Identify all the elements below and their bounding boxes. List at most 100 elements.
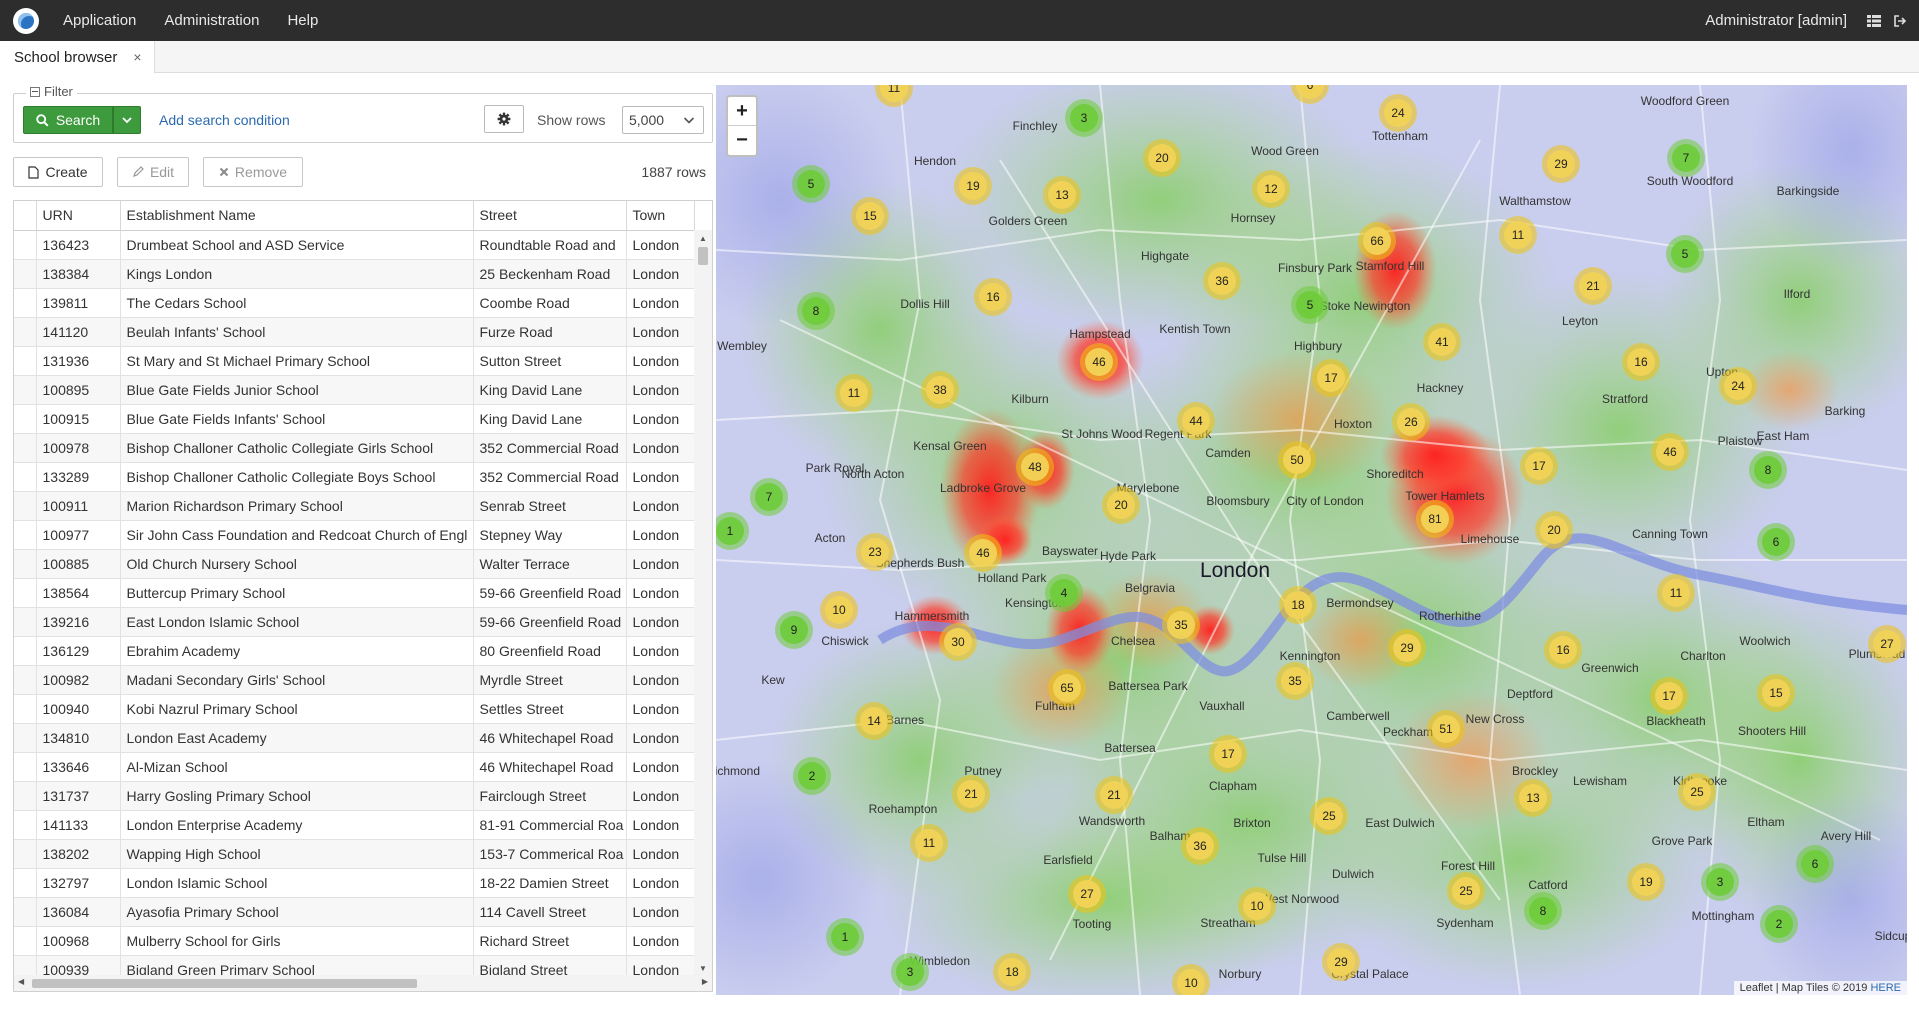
cluster-marker[interactable]: 41 <box>1423 323 1461 361</box>
cluster-marker[interactable]: 5 <box>1291 286 1329 324</box>
cluster-marker[interactable]: 46 <box>964 534 1002 572</box>
cluster-marker[interactable]: 26 <box>1392 403 1430 441</box>
row-select-cell[interactable] <box>14 926 37 956</box>
cluster-marker[interactable]: 3 <box>1701 863 1739 901</box>
row-select-cell[interactable] <box>14 781 37 811</box>
row-select-cell[interactable] <box>14 520 37 550</box>
table-row[interactable]: 138384 Kings London 25 Beckenham Road Londo… <box>14 259 695 289</box>
cluster-marker[interactable]: 11 <box>910 824 948 862</box>
row-select-cell[interactable] <box>14 259 37 289</box>
table-row[interactable]: 100968 Mulberry School for Girls Richard S… <box>14 926 695 956</box>
column-header-establishment-name[interactable]: Establishment Name <box>120 201 474 231</box>
menu-help[interactable]: Help <box>287 12 318 29</box>
table-row[interactable]: 141120 Beulah Infants' School Furze Road Lo… <box>14 317 695 347</box>
cluster-marker[interactable]: 35 <box>1162 606 1200 644</box>
cluster-marker[interactable]: 15 <box>851 197 889 235</box>
cluster-marker[interactable]: 12 <box>1252 170 1290 208</box>
cluster-marker[interactable]: 1 <box>826 918 864 956</box>
column-header-town[interactable]: Town <box>626 201 695 231</box>
scroll-down-icon[interactable]: ▼ <box>699 964 707 973</box>
cluster-marker[interactable]: 24 <box>1379 94 1417 132</box>
scroll-up-icon[interactable]: ▲ <box>699 234 707 243</box>
cluster-marker[interactable]: 20 <box>1143 139 1181 177</box>
row-select-cell[interactable] <box>14 868 37 898</box>
cluster-marker[interactable]: 46 <box>1651 433 1689 471</box>
cluster-marker[interactable]: 11 <box>1499 216 1537 254</box>
cluster-marker[interactable]: 16 <box>1544 631 1582 669</box>
attribution-link[interactable]: HERE <box>1870 982 1901 994</box>
table-row[interactable]: 100885 Old Church Nursery School Walter Te… <box>14 549 695 579</box>
table-row[interactable]: 100982 Madani Secondary Girls' School Myrd… <box>14 665 695 695</box>
table-row[interactable]: 100978 Bishop Challoner Catholic Collegia… <box>14 433 695 463</box>
table-row[interactable]: 132797 London Islamic School 18-22 Damien … <box>14 868 695 898</box>
cluster-marker[interactable]: 27 <box>1868 625 1906 663</box>
cluster-marker[interactable]: 21 <box>1574 267 1612 305</box>
horizontal-scroll-thumb[interactable] <box>32 979 417 988</box>
cluster-marker[interactable]: 2 <box>1760 905 1798 943</box>
vertical-scroll-thumb[interactable] <box>698 247 708 265</box>
cluster-marker[interactable]: 19 <box>954 167 992 205</box>
cluster-marker[interactable]: 17 <box>1520 447 1558 485</box>
zoom-in-button[interactable]: + <box>728 97 756 126</box>
tab-school-browser[interactable]: School browser × <box>0 41 155 73</box>
menu-administration[interactable]: Administration <box>164 12 259 29</box>
menu-application[interactable]: Application <box>63 12 136 29</box>
remove-button[interactable]: Remove <box>203 157 303 187</box>
row-select-cell[interactable] <box>14 578 37 608</box>
cluster-marker[interactable]: 51 <box>1427 710 1465 748</box>
search-options-button[interactable] <box>113 106 141 134</box>
cluster-marker[interactable]: 36 <box>1181 827 1219 865</box>
collapse-icon[interactable] <box>30 86 40 97</box>
row-select-cell[interactable] <box>14 288 37 318</box>
cluster-marker[interactable]: 11 <box>1657 574 1695 612</box>
cluster-marker[interactable]: 65 <box>1048 669 1086 707</box>
heatmap-map[interactable]: Woodford Green Finchley Hendon Wood Green To… <box>716 85 1907 995</box>
cluster-marker[interactable]: 20 <box>1535 511 1573 549</box>
cluster-marker[interactable]: 3 <box>1065 99 1103 137</box>
table-row[interactable]: 139216 East London Islamic School 59-66 Gr… <box>14 607 695 637</box>
grid-icon[interactable] <box>1867 14 1881 28</box>
row-select-cell[interactable] <box>14 346 37 376</box>
cluster-marker[interactable]: 25 <box>1447 872 1485 910</box>
cluster-marker[interactable]: 17 <box>1312 359 1350 397</box>
cluster-marker[interactable]: 44 <box>1177 402 1215 440</box>
row-select-cell[interactable] <box>14 491 37 521</box>
row-select-cell[interactable] <box>14 462 37 492</box>
cluster-marker[interactable]: 6 <box>1796 845 1834 883</box>
cluster-marker[interactable]: 17 <box>1209 735 1247 773</box>
table-row[interactable]: 136423 Drumbeat School and ASD Service Rou… <box>14 230 695 260</box>
row-select-cell[interactable] <box>14 317 37 347</box>
table-row[interactable]: 100915 Blue Gate Fields Infants' School Ki… <box>14 404 695 434</box>
table-row[interactable]: 100895 Blue Gate Fields Junior School King… <box>14 375 695 405</box>
table-row[interactable]: 138202 Wapping High School 153-7 Commerica… <box>14 839 695 869</box>
zoom-out-button[interactable]: − <box>728 126 756 155</box>
cluster-marker[interactable]: 8 <box>797 292 835 330</box>
table-row[interactable]: 141133 London Enterprise Academy 81-91 Com… <box>14 810 695 840</box>
cluster-marker[interactable]: 9 <box>775 611 813 649</box>
table-row[interactable]: 100911 Marion Richardson Primary School Se… <box>14 491 695 521</box>
table-row[interactable]: 100940 Kobi Nazrul Primary School Settles … <box>14 694 695 724</box>
cluster-marker[interactable]: 7 <box>1667 139 1705 177</box>
filter-settings-button[interactable] <box>484 105 524 133</box>
cluster-marker[interactable]: 29 <box>1388 629 1426 667</box>
row-select-cell[interactable] <box>14 694 37 724</box>
cluster-marker[interactable]: 15 <box>1757 674 1795 712</box>
row-select-cell[interactable] <box>14 433 37 463</box>
cluster-marker[interactable]: 38 <box>921 371 959 409</box>
cluster-marker[interactable]: 17 <box>1650 677 1688 715</box>
cluster-marker[interactable]: 50 <box>1278 441 1316 479</box>
row-select-cell[interactable] <box>14 665 37 695</box>
table-row[interactable]: 131936 St Mary and St Michael Primary Sch… <box>14 346 695 376</box>
cluster-marker[interactable]: 18 <box>993 953 1031 991</box>
cluster-marker[interactable]: 4 <box>1045 574 1083 612</box>
cluster-marker[interactable]: 19 <box>1627 863 1665 901</box>
cluster-marker[interactable]: 20 <box>1102 486 1140 524</box>
column-header-urn[interactable]: URN <box>36 201 121 231</box>
current-user[interactable]: Administrator [admin] <box>1705 12 1847 29</box>
cluster-marker[interactable]: 2 <box>793 757 831 795</box>
cluster-marker[interactable]: 21 <box>1095 776 1133 814</box>
row-select-cell[interactable] <box>14 752 37 782</box>
row-select-cell[interactable] <box>14 607 37 637</box>
app-logo[interactable] <box>13 7 39 34</box>
search-button[interactable]: Search <box>23 106 113 134</box>
